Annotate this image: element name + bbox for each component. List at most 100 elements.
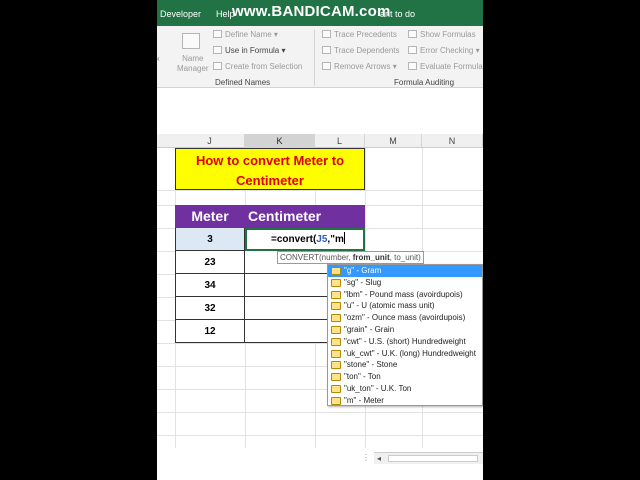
tab-developer[interactable]: Developer (160, 9, 201, 19)
trace-dependents-icon (322, 46, 331, 54)
define-name-label: Define Name (225, 30, 272, 39)
unit-constant-icon (331, 290, 341, 299)
scroll-left-arrow-icon[interactable]: ◂ (377, 454, 386, 463)
remove-arrows-button[interactable]: Remove Arrows ▾ (322, 62, 397, 71)
formula-cell-reference: J5 (316, 234, 328, 245)
show-formulas-label: Show Formulas (420, 30, 476, 39)
meter-cell-j8[interactable]: 32 (175, 297, 245, 320)
ribbon-scroll-left-icon[interactable]: ‹ (157, 54, 160, 63)
active-formula-cell-k5[interactable]: =convert(J5,"m (245, 228, 365, 251)
meter-cell-j9[interactable]: 12 (175, 320, 245, 343)
header-meter-cell[interactable]: Meter (175, 205, 245, 228)
sheet-title-line-2: Centimeter (236, 173, 304, 188)
trace-precedents-icon (322, 30, 331, 38)
sheet-title-cell[interactable]: How to convert Meter to Centimeter (175, 148, 365, 190)
use-in-formula-label: Use in Formula (225, 46, 280, 55)
unit-constant-icon (331, 325, 341, 334)
autocomplete-item-label: "sg" - Slug (344, 277, 382, 287)
autocomplete-item[interactable]: "uk_ton" - U.K. Ton (328, 383, 482, 395)
autocomplete-item[interactable]: "sg" - Slug (328, 277, 482, 289)
column-headers: J K L M N (157, 134, 483, 148)
horizontal-scrollbar[interactable]: ◂ (374, 452, 483, 464)
autocomplete-item-label: "cwt" - U.S. (short) Hundredweight (344, 336, 466, 346)
ribbon-tab-bar: Developer Help www.BANDICAM.com ant to d… (157, 0, 483, 26)
autocomplete-item[interactable]: "grain" - Grain (328, 324, 482, 336)
column-header-m[interactable]: M (365, 134, 422, 148)
autocomplete-item[interactable]: "m" - Meter (328, 395, 482, 407)
formula-auditing-group-label: Formula Auditing (394, 78, 455, 87)
error-checking-icon (408, 46, 417, 54)
use-in-formula-icon (213, 46, 222, 54)
unit-constant-icon (331, 373, 341, 382)
autocomplete-item-label: "ozm" - Ounce mass (avoirdupois) (344, 313, 466, 323)
column-header-j[interactable]: J (175, 134, 245, 148)
trace-precedents-label: Trace Precedents (334, 30, 397, 39)
text-cursor (343, 232, 345, 244)
bandicam-watermark: www.BANDICAM.com (232, 3, 391, 20)
tooltip-current-arg: from_unit (352, 253, 390, 262)
autocomplete-item[interactable]: "cwt" - U.S. (short) Hundredweight (328, 336, 482, 348)
autocomplete-item-label: "stone" - Stone (344, 360, 398, 370)
unit-autocomplete-list[interactable]: "g" - Gram "sg" - Slug "lbm" - Pound mas… (327, 264, 483, 406)
autocomplete-item[interactable]: "ozm" - Ounce mass (avoirdupois) (328, 312, 482, 324)
create-from-selection-label: Create from Selection (225, 62, 303, 71)
trace-precedents-button[interactable]: Trace Precedents (322, 30, 397, 39)
scrollbar-thumb[interactable] (388, 455, 478, 462)
autocomplete-item[interactable]: "g" - Gram (328, 265, 482, 277)
gridline (157, 435, 483, 436)
autocomplete-item[interactable]: "uk_cwt" - U.K. (long) Hundredweight (328, 348, 482, 360)
meter-cell-j6[interactable]: 23 (175, 251, 245, 274)
name-manager-icon (182, 33, 200, 49)
ribbon-group-divider (314, 30, 315, 86)
name-manager-label-2: Manager (177, 64, 209, 73)
remove-arrows-icon (322, 62, 331, 70)
autocomplete-item-label: "m" - Meter (344, 395, 384, 405)
function-argument-tooltip: CONVERT(number, from_unit, to_unit) (277, 251, 424, 264)
autocomplete-item[interactable]: "ton" - Ton (328, 371, 482, 383)
scroll-divider-icon[interactable]: ⋮ (362, 452, 372, 464)
formula-prefix: =convert( (271, 234, 317, 245)
gridline (157, 412, 483, 413)
trace-dependents-button[interactable]: Trace Dependents (322, 46, 400, 55)
name-manager-button[interactable]: Name Manager (177, 54, 209, 74)
unit-constant-icon (331, 267, 341, 275)
show-formulas-icon (408, 30, 417, 38)
meter-cell-j7[interactable]: 34 (175, 274, 245, 297)
unit-constant-icon (331, 349, 341, 358)
autocomplete-item-label: "lbm" - Pound mass (avoirdupois) (344, 289, 463, 299)
evaluate-formula-button[interactable]: Evaluate Formula (408, 62, 483, 71)
use-in-formula-button[interactable]: Use in Formula ▾ (213, 46, 286, 55)
tell-me-box[interactable]: ant to do (380, 9, 415, 19)
evaluate-formula-icon (408, 62, 417, 70)
unit-constant-icon (331, 337, 341, 346)
define-name-icon (213, 30, 222, 38)
evaluate-formula-label: Evaluate Formula (420, 62, 483, 71)
autocomplete-item[interactable]: "stone" - Stone (328, 359, 482, 371)
autocomplete-item-label: "ton" - Ton (344, 372, 381, 382)
create-from-selection-icon (213, 62, 222, 70)
unit-constant-icon (331, 396, 341, 405)
column-header-k[interactable]: K (245, 134, 315, 148)
unit-constant-icon (331, 384, 341, 393)
autocomplete-item[interactable]: "u" - U (atomic mass unit) (328, 300, 482, 312)
formula-bar-area (157, 88, 483, 134)
sheet-title-line-1: How to convert Meter to (195, 153, 345, 168)
autocomplete-item-label: "uk_ton" - U.K. Ton (344, 383, 412, 393)
create-from-selection-button[interactable]: Create from Selection (213, 62, 302, 71)
column-header-n[interactable]: N (422, 134, 483, 148)
header-centimeter-cell[interactable]: Centimeter (245, 205, 365, 228)
autocomplete-item[interactable]: "lbm" - Pound mass (avoirdupois) (328, 289, 482, 301)
defined-names-group-label: Defined Names (215, 78, 271, 87)
column-header-l[interactable]: L (315, 134, 365, 148)
show-formulas-button[interactable]: Show Formulas (408, 30, 476, 39)
name-manager-label-1: Name (182, 54, 204, 63)
unit-constant-icon (331, 278, 341, 287)
unit-constant-icon (331, 302, 341, 311)
unit-constant-icon (331, 361, 341, 370)
autocomplete-item-label: "uk_cwt" - U.K. (long) Hundredweight (344, 348, 476, 358)
formula-suffix: ,"m (327, 234, 344, 245)
error-checking-button[interactable]: Error Checking ▾ (408, 46, 480, 55)
meter-cell-j5[interactable]: 3 (175, 228, 245, 251)
define-name-button[interactable]: Define Name ▾ (213, 30, 278, 39)
unit-constant-icon (331, 314, 341, 323)
